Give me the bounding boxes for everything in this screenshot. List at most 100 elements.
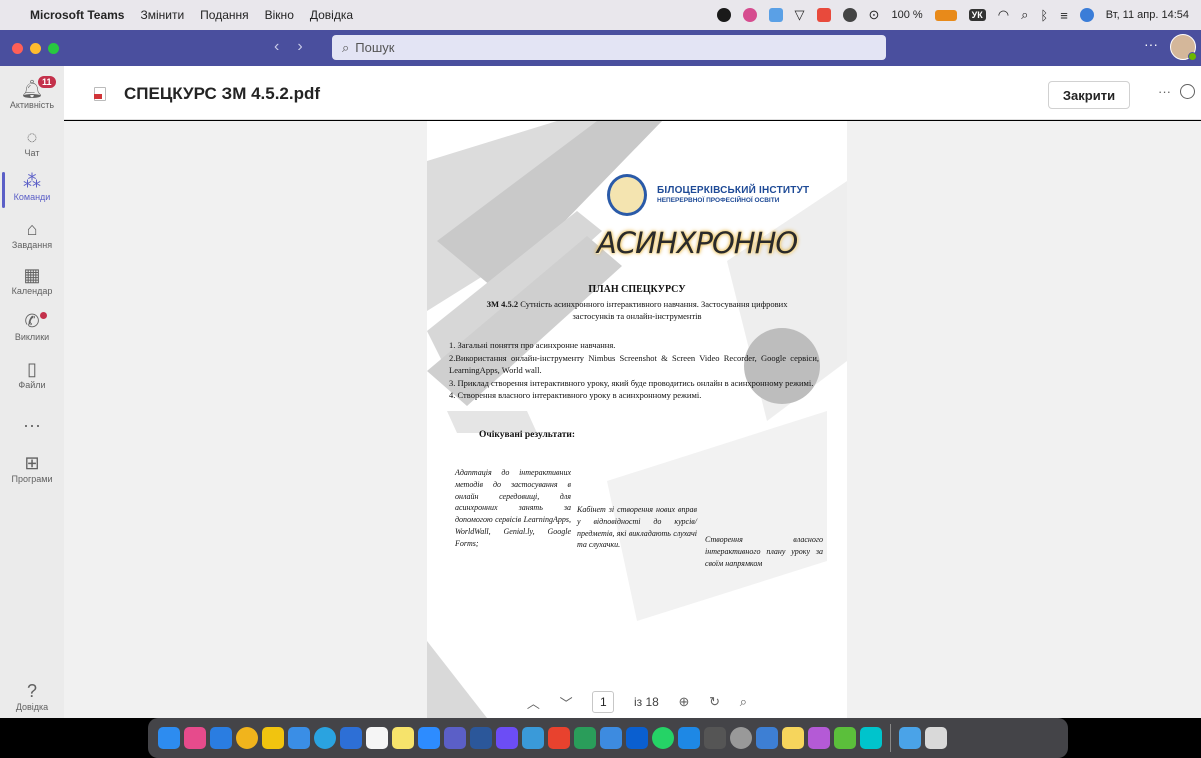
- evernote-app-icon[interactable]: [834, 727, 856, 749]
- history-nav: ‹ ›: [274, 38, 303, 56]
- rail-label-assignments: Завдання: [11, 240, 53, 250]
- sync-status-icon[interactable]: [842, 8, 857, 22]
- user-avatar[interactable]: [1170, 34, 1197, 61]
- rail-item-chat[interactable]: ◌ Чат: [0, 126, 64, 158]
- word-app-icon[interactable]: [470, 727, 492, 749]
- more-actions-icon[interactable]: ···: [1158, 84, 1171, 99]
- page-number-input[interactable]: [592, 691, 615, 713]
- shield-status-icon[interactable]: [716, 8, 731, 22]
- rail-item-files[interactable]: ▯ Файли: [0, 358, 64, 390]
- telegram-app-icon[interactable]: [314, 727, 336, 749]
- settings-app-icon[interactable]: [730, 727, 752, 749]
- opera-app-icon[interactable]: [548, 727, 570, 749]
- minimize-window-button[interactable]: [30, 42, 41, 54]
- vpn-status-icon[interactable]: ▽: [795, 7, 805, 23]
- photos-app-icon[interactable]: [262, 727, 284, 749]
- conversation-icon[interactable]: [1180, 84, 1195, 99]
- rail-more-apps[interactable]: ···: [0, 414, 64, 436]
- rail-label-chat: Чат: [24, 148, 40, 158]
- control-center-icon[interactable]: ≡: [1060, 8, 1068, 23]
- calendar-icon: ▦: [23, 265, 41, 285]
- search-icon: ⌕: [342, 39, 350, 55]
- rail-label-files: Файли: [18, 380, 46, 390]
- stickies-app-icon[interactable]: [782, 727, 804, 749]
- finder-app-icon[interactable]: [158, 727, 180, 749]
- pdf-page-toolbar: ︿ ﹀ із 18 ⊕ ↻ ⌕: [511, 686, 763, 718]
- back-arrow-icon[interactable]: ‹: [274, 38, 279, 56]
- siri-icon[interactable]: [1079, 8, 1094, 22]
- close-window-button[interactable]: [12, 42, 23, 54]
- menu-edit[interactable]: Змінити: [140, 8, 184, 22]
- bluetooth-icon[interactable]: ᛒ: [1040, 8, 1048, 23]
- rail-label-help: Довідка: [15, 702, 49, 712]
- teams-app-icon[interactable]: [444, 727, 466, 749]
- app-store-icon[interactable]: [678, 727, 700, 749]
- find-icon[interactable]: ⌕: [740, 694, 747, 710]
- result-column-2: Кабінет зі створення нових вправ у відпо…: [577, 505, 697, 550]
- pen-app-icon[interactable]: [600, 727, 622, 749]
- launchpad-app-icon[interactable]: [184, 727, 206, 749]
- result-column-3: Створення власного інтерактивного плану …: [705, 535, 823, 568]
- page-count: із 18: [633, 695, 659, 709]
- wifi-icon[interactable]: ◠: [998, 7, 1009, 23]
- calculator-app-icon[interactable]: [704, 727, 726, 749]
- plan-item: 1. Загальні поняття про асинхронне навча…: [449, 340, 616, 350]
- canva-app-icon[interactable]: [860, 727, 882, 749]
- battery-percent: 100 %: [891, 9, 923, 21]
- rail-item-help[interactable]: ? Довідка: [0, 680, 64, 712]
- rail-item-teams[interactable]: ⁂ Команди: [0, 170, 64, 208]
- zoom-in-icon[interactable]: ⊕: [679, 694, 690, 710]
- status-area: ▽ ⊙ 100 % УК ◠ ⌕ ᛒ ≡ Вт, 11 апр. 14:54: [716, 7, 1189, 23]
- downloads-folder-icon[interactable]: [899, 727, 921, 749]
- rail-item-apps[interactable]: ⊞ Програми: [0, 452, 64, 484]
- remote-desktop-app-icon[interactable]: [756, 727, 778, 749]
- viber-app-icon[interactable]: [496, 727, 518, 749]
- more-options-icon[interactable]: ···: [1144, 36, 1158, 52]
- search-input[interactable]: ⌕ Пошук: [332, 35, 886, 60]
- app-name-menu[interactable]: Microsoft Teams: [30, 8, 124, 22]
- menu-view[interactable]: Подання: [200, 8, 248, 22]
- notes-app-icon[interactable]: [392, 727, 414, 749]
- mail-app-icon[interactable]: [288, 727, 310, 749]
- menu-window[interactable]: Вікно: [265, 8, 294, 22]
- close-button[interactable]: Закрити: [1048, 81, 1130, 109]
- keyboard-layout-indicator[interactable]: УК: [968, 9, 986, 21]
- screenshot-status-icon[interactable]: [768, 8, 783, 22]
- next-page-icon[interactable]: ﹀: [560, 693, 573, 712]
- chrome-app-icon[interactable]: [236, 727, 258, 749]
- menubar-clock[interactable]: Вт, 11 апр. 14:54: [1106, 9, 1189, 21]
- messenger-app-icon[interactable]: [340, 727, 362, 749]
- menu-help[interactable]: Довідка: [310, 8, 353, 22]
- maps-app-icon[interactable]: [522, 727, 544, 749]
- pdf-page: БІЛОЦЕРКІВСЬКИЙ ІНСТИТУТ НЕПЕРЕРВНОЇ ПРО…: [427, 121, 847, 718]
- file-title: СПЕЦКУРС ЗМ 4.5.2.pdf: [124, 84, 321, 103]
- rotate-icon[interactable]: ↻: [709, 694, 720, 710]
- help-icon: ?: [26, 681, 37, 701]
- rail-item-activity[interactable]: 🔔︎ 11 Активність: [0, 74, 64, 110]
- game-status-icon[interactable]: [816, 8, 831, 22]
- institute-logo: [607, 174, 647, 216]
- utility-app-icon[interactable]: [808, 727, 830, 749]
- previous-page-icon[interactable]: ︿: [527, 693, 540, 712]
- play-status-icon[interactable]: ⊙: [869, 7, 880, 23]
- zoom-app-icon[interactable]: [418, 727, 440, 749]
- pdf-viewer[interactable]: БІЛОЦЕРКІВСЬКИЙ ІНСТИТУТ НЕПЕРЕРВНОЇ ПРО…: [64, 121, 1201, 718]
- assignments-icon: ⌂: [26, 219, 38, 239]
- zoom-window-button[interactable]: [48, 42, 59, 54]
- spotlight-icon[interactable]: ⌕: [1021, 7, 1028, 23]
- whatsapp-app-icon[interactable]: [652, 727, 674, 749]
- dock-separator: [890, 724, 891, 752]
- institute-name-line1: БІЛОЦЕРКІВСЬКИЙ ІНСТИТУТ: [657, 185, 810, 196]
- battery-icon[interactable]: [934, 9, 957, 21]
- vpn-app-icon[interactable]: [574, 727, 596, 749]
- plan-title: ПЛАН СПЕЦКУРСУ: [588, 284, 686, 295]
- rail-item-calendar[interactable]: ▦ Календар: [0, 264, 64, 296]
- rail-item-assignments[interactable]: ⌂ Завдання: [0, 218, 64, 250]
- calendar-app-icon[interactable]: [366, 727, 388, 749]
- trash-icon[interactable]: [925, 727, 947, 749]
- app-status-icon[interactable]: [742, 8, 757, 22]
- rail-item-calls[interactable]: ✆ Виклики: [0, 310, 64, 342]
- signal-app-icon[interactable]: [626, 727, 648, 749]
- safari-app-icon[interactable]: [210, 727, 232, 749]
- forward-arrow-icon[interactable]: ›: [297, 38, 302, 56]
